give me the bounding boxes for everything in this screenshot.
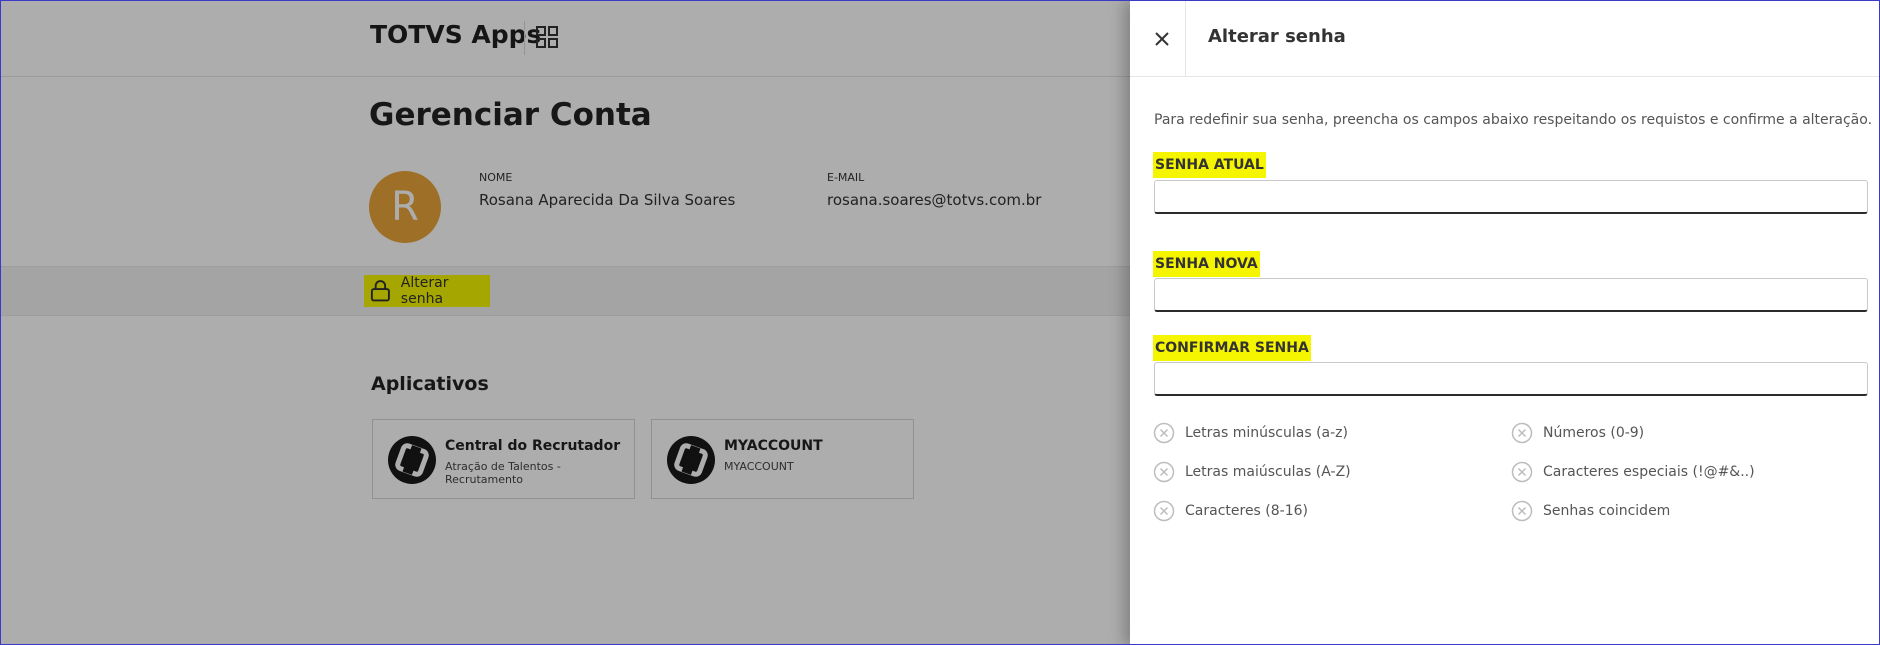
x-circle-icon (1153, 461, 1175, 483)
requirement-text: Letras minúsculas (a-z) (1185, 425, 1348, 441)
panel-description: Para redefinir sua senha, preencha os ca… (1154, 112, 1873, 128)
change-password-panel: Alterar senha Para redefinir sua senha, … (1130, 1, 1879, 644)
x-circle-icon (1511, 500, 1533, 522)
confirm-password-label: CONFIRMAR SENHA (1153, 335, 1311, 361)
requirement-numbers: Números (0-9) (1511, 422, 1644, 444)
x-circle-icon (1153, 500, 1175, 522)
x-circle-icon (1511, 422, 1533, 444)
browser-frame: TOTVS Apps Gerenciar Conta R NOME Rosana… (0, 0, 1880, 645)
current-password-label: SENHA ATUAL (1153, 152, 1266, 178)
confirm-password-input[interactable] (1154, 362, 1868, 396)
panel-header: Alterar senha (1130, 1, 1879, 77)
requirement-uppercase: Letras maiúsculas (A-Z) (1153, 461, 1351, 483)
requirement-special-chars: Caracteres especiais (!@#&..) (1511, 461, 1755, 483)
new-password-input[interactable] (1154, 278, 1868, 312)
panel-title: Alterar senha (1208, 26, 1346, 47)
requirement-length: Caracteres (8-16) (1153, 500, 1308, 522)
requirement-text: Números (0-9) (1543, 425, 1645, 441)
modal-backdrop[interactable] (1, 1, 1130, 644)
close-icon (1155, 32, 1169, 46)
requirement-text: Letras maiúsculas (A-Z) (1185, 464, 1351, 480)
requirement-text: Caracteres (8-16) (1185, 503, 1308, 519)
requirement-text: Caracteres especiais (!@#&..) (1543, 464, 1755, 480)
close-button[interactable] (1148, 25, 1176, 53)
x-circle-icon (1511, 461, 1533, 483)
x-circle-icon (1153, 422, 1175, 444)
requirement-lowercase: Letras minúsculas (a-z) (1153, 422, 1348, 444)
new-password-label: SENHA NOVA (1153, 251, 1260, 277)
header-divider (1185, 1, 1186, 77)
requirement-text: Senhas coincidem (1543, 503, 1671, 519)
current-password-input[interactable] (1154, 180, 1868, 214)
requirement-passwords-match: Senhas coincidem (1511, 500, 1670, 522)
